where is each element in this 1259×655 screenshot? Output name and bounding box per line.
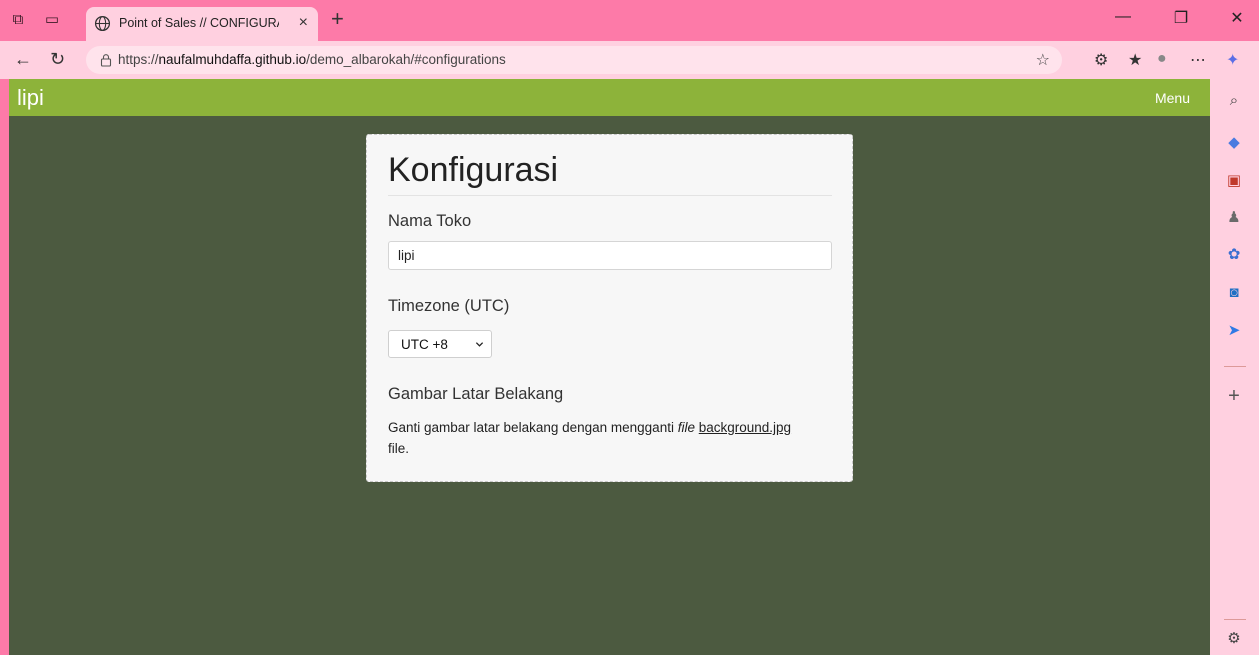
address-bar[interactable]: https://naufalmuhdaffa.github.io/demo_al…: [86, 46, 1062, 74]
browser-tab[interactable]: Point of Sales // CONFIGURATION ×: [86, 7, 318, 41]
timezone-selected-value: UTC +8: [401, 337, 448, 352]
title-divider: [388, 195, 832, 196]
tab-close-icon[interactable]: ×: [299, 14, 308, 32]
microsoft-365-icon[interactable]: ✿: [1222, 243, 1246, 267]
sidebar-divider: [1224, 619, 1246, 620]
settings-gear-icon[interactable]: ⚙: [1222, 627, 1246, 651]
minimize-icon[interactable]: —: [1108, 8, 1138, 26]
chevron-down-icon: [475, 342, 484, 347]
toolbox-icon[interactable]: ▣: [1222, 169, 1246, 193]
search-icon[interactable]: ⌕: [1222, 89, 1246, 113]
vertical-tabs-icon[interactable]: ▭: [42, 10, 62, 30]
page-viewport: lipi Menu Konfigurasi Nama Toko Timezone…: [9, 79, 1210, 655]
more-options-icon[interactable]: ⋯: [1190, 50, 1206, 70]
favorites-icon[interactable]: ★: [1128, 50, 1142, 70]
url-text: https://naufalmuhdaffa.github.io/demo_al…: [118, 52, 506, 67]
background-image-label: Gambar Latar Belakang: [388, 385, 564, 403]
app-navbar: lipi Menu: [9, 79, 1210, 116]
lock-icon[interactable]: [99, 53, 113, 67]
brand-link[interactable]: lipi: [17, 85, 44, 111]
back-icon[interactable]: ←: [14, 49, 32, 70]
add-icon[interactable]: +: [1222, 384, 1246, 408]
sidebar-divider: [1224, 366, 1246, 367]
close-window-icon[interactable]: ✕: [1222, 8, 1252, 28]
browser-sidebar: ⌕ ◆ ▣ ♟ ✿ ◙ ➤ + ⚙: [1210, 79, 1259, 655]
file-emphasis: file: [677, 420, 695, 435]
workspaces-icon[interactable]: ⧉: [8, 10, 28, 30]
background-description: Ganti gambar latar belakang dengan mengg…: [388, 420, 792, 456]
outlook-icon[interactable]: ◙: [1222, 281, 1246, 305]
timezone-label: Timezone (UTC): [388, 297, 510, 315]
extensions-icon[interactable]: ⚙: [1094, 50, 1108, 70]
browser-title-bar: ⧉ ▭ Point of Sales // CONFIGURATION × + …: [0, 0, 1259, 41]
refresh-icon[interactable]: ↻: [50, 49, 65, 70]
globe-icon: [94, 15, 111, 32]
timezone-select[interactable]: UTC +8: [388, 330, 492, 358]
menu-link[interactable]: Menu: [1155, 90, 1190, 106]
page-title: Konfigurasi: [388, 151, 559, 189]
background-file-link[interactable]: background.jpg: [699, 420, 791, 435]
shopping-tag-icon[interactable]: ◆: [1222, 131, 1246, 155]
restore-icon[interactable]: ❐: [1166, 8, 1196, 28]
store-name-label: Nama Toko: [388, 212, 472, 230]
profile-icon[interactable]: ●: [1157, 50, 1167, 68]
send-icon[interactable]: ➤: [1222, 319, 1246, 343]
copilot-icon[interactable]: ✦: [1226, 50, 1239, 70]
browser-toolbar: ← ↻ https://naufalmuhdaffa.github.io/dem…: [0, 41, 1259, 79]
store-name-input[interactable]: [388, 241, 832, 270]
games-icon[interactable]: ♟: [1222, 206, 1246, 230]
tab-title: Point of Sales // CONFIGURATION: [119, 16, 279, 30]
configuration-panel: Konfigurasi Nama Toko Timezone (UTC) UTC…: [366, 134, 853, 482]
new-tab-button[interactable]: +: [331, 6, 344, 32]
favorite-star-icon[interactable]: ☆: [1036, 50, 1050, 70]
